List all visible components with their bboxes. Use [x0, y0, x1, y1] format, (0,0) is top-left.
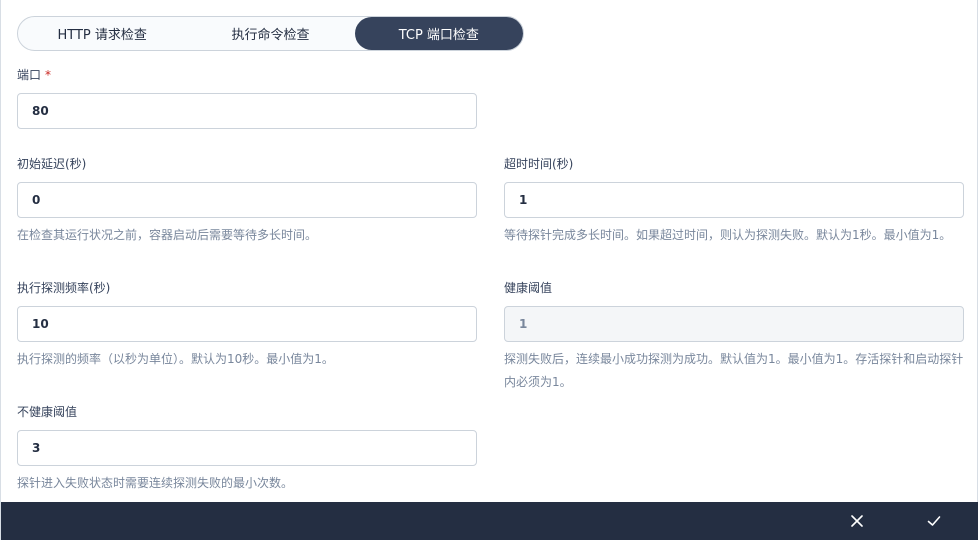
- success-threshold-input: [504, 306, 964, 342]
- period-input[interactable]: [17, 306, 477, 342]
- failure-threshold-description: 探针进入失败状态时需要连续探测失败的最小次数。: [17, 476, 294, 490]
- period-label: 执行探测频率(秒): [17, 281, 111, 295]
- check-icon: [927, 516, 941, 526]
- period-description: 执行探测的频率（以秒为单位）。默认为10秒。最小值为1。: [17, 352, 334, 366]
- port-field: 端口 *: [17, 67, 477, 129]
- tab-http-check[interactable]: HTTP 请求检查: [18, 17, 186, 50]
- initial-delay-label: 初始延迟(秒): [17, 157, 87, 171]
- success-threshold-label: 健康阈值: [504, 281, 553, 295]
- tab-command-check[interactable]: 执行命令检查: [186, 17, 354, 50]
- port-label: 端口 *: [17, 68, 52, 82]
- close-icon: [851, 515, 863, 527]
- required-mark: *: [45, 68, 52, 82]
- initial-delay-input[interactable]: [17, 182, 477, 218]
- timeout-description: 等待探针完成多长时间。如果超过时间，则认为探测失败。默认为1秒。最小值为1。: [504, 228, 952, 242]
- check-type-tabs: HTTP 请求检查 执行命令检查 TCP 端口检查: [17, 16, 524, 51]
- probe-config-panel: HTTP 请求检查 执行命令检查 TCP 端口检查 端口* 初始延迟(秒) 在检…: [0, 0, 978, 540]
- confirm-button[interactable]: [914, 502, 954, 540]
- cancel-button[interactable]: [837, 502, 877, 540]
- initial-delay-description: 在检查其运行状况之前，容器启动后需要等待多长时间。: [17, 228, 318, 242]
- period-field: 执行探测频率(秒) 执行探测的频率（以秒为单位）。默认为10秒。最小值为1。: [17, 280, 479, 371]
- failure-threshold-label: 不健康阈值: [17, 405, 78, 419]
- timeout-label: 超时时间(秒): [504, 157, 574, 171]
- failure-threshold-field: 不健康阈值 探针进入失败状态时需要连续探测失败的最小次数。: [17, 404, 479, 495]
- dialog-footer: [1, 502, 978, 540]
- success-threshold-field: 健康阈值 探测失败后，连续最小成功探测为成功。默认值为1。最小值为1。存活探针和…: [504, 280, 966, 394]
- timeout-input[interactable]: [504, 182, 964, 218]
- port-input[interactable]: [17, 93, 477, 129]
- tab-tcp-check[interactable]: TCP 端口检查: [354, 17, 523, 50]
- timeout-field: 超时时间(秒) 等待探针完成多长时间。如果超过时间，则认为探测失败。默认为1秒。…: [504, 156, 966, 247]
- failure-threshold-input[interactable]: [17, 430, 477, 466]
- initial-delay-field: 初始延迟(秒) 在检查其运行状况之前，容器启动后需要等待多长时间。: [17, 156, 479, 247]
- success-threshold-description: 探测失败后，连续最小成功探测为成功。默认值为1。最小值为1。存活探针和启动探针内…: [504, 352, 964, 389]
